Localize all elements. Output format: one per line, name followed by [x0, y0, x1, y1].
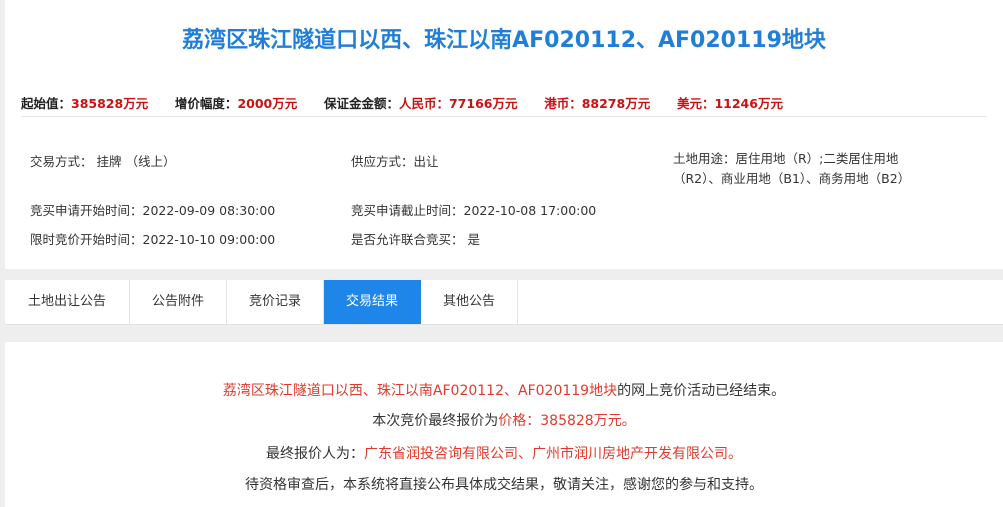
- apply-end-time: 竞买申请截止时间：2022-10-08 17:00:00: [351, 203, 597, 218]
- final-price-value: 价格：385828万元。: [498, 413, 636, 429]
- tab-bid-records[interactable]: 竞价记录: [227, 280, 324, 324]
- land-summary-panel: 荔湾区珠江隧道口以西、珠江以南AF020112、AF020119地块 起始值：3…: [5, 0, 1003, 269]
- result-line-1: 荔湾区珠江隧道口以西、珠江以南AF020112、AF020119地块的网上竞价活…: [5, 380, 1003, 400]
- tab-bar: 土地出让公告 公告附件 竞价记录 交易结果 其他公告: [5, 280, 1003, 325]
- result-line-2: 本次竞价最终报价为价格：385828万元。: [5, 410, 1003, 430]
- final-price-label: 本次竞价最终报价为: [372, 413, 499, 429]
- price-summary-row: 起始值：385828万元 增价幅度：2000万元 保证金金额：人民币：77166…: [21, 93, 783, 112]
- trade-result-panel: 荔湾区珠江隧道口以西、珠江以南AF020112、AF020119地块的网上竞价活…: [5, 342, 1003, 507]
- usd-value: 11246万元: [714, 96, 783, 111]
- land-use: 土地用途：居住用地（R）;二类居住用地（R2）、商业用地（B1）、商务用地（B2…: [673, 151, 911, 186]
- hkd-label: 港币：: [544, 96, 582, 111]
- tab-notice-attachments[interactable]: 公告附件: [130, 280, 227, 324]
- result-line-4: 待资格审查后，本系统将直接公布具体成交结果，敬请关注，感谢您的参与和支持。: [245, 477, 763, 493]
- start-price-value: 385828万元: [71, 96, 149, 111]
- result-land-name: 荔湾区珠江隧道口以西、珠江以南AF020112、AF020119地块: [222, 383, 618, 399]
- divider: [21, 116, 987, 117]
- start-price-label: 起始值：: [21, 96, 72, 111]
- tab-other-notices[interactable]: 其他公告: [421, 280, 518, 324]
- hkd-value: 88278万元: [581, 96, 651, 111]
- result-ended-text: 的网上竞价活动已经结束。: [617, 383, 786, 399]
- deposit-label: 保证金金额：: [323, 96, 399, 111]
- apply-start-time: 竞买申请开始时间：2022-09-09 08:30:00: [30, 203, 276, 218]
- bid-start-time: 限时竞价开始时间：2022-10-10 09:00:00: [30, 232, 276, 247]
- joint-bid-allowed: 是否允许联合竞买： 是: [351, 232, 480, 247]
- rmb-label: 人民币：: [398, 96, 449, 111]
- increment-value: 2000万元: [237, 96, 298, 111]
- rmb-value: 77166万元: [448, 96, 518, 111]
- tab-land-notice[interactable]: 土地出让公告: [5, 280, 130, 324]
- increment-label: 增价幅度：: [174, 96, 238, 111]
- tab-trade-result[interactable]: 交易结果: [324, 280, 421, 324]
- land-title: 荔湾区珠江隧道口以西、珠江以南AF020112、AF020119地块: [182, 28, 826, 53]
- result-line-3: 最终报价人为：广东省润投咨询有限公司、广州市润川房地产开发有限公司。: [5, 443, 1003, 463]
- supply-mode: 供应方式：出让: [351, 154, 439, 169]
- final-bidder-value: 广东省润投咨询有限公司、广州市润川房地产开发有限公司。: [364, 446, 742, 462]
- trade-mode: 交易方式： 挂牌 （线上）: [30, 154, 176, 169]
- final-bidder-label: 最终报价人为：: [266, 446, 364, 462]
- usd-label: 美元：: [676, 96, 715, 111]
